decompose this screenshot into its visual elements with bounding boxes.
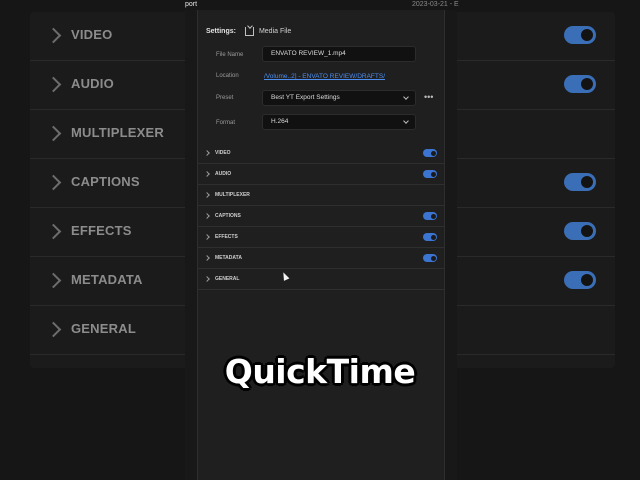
preset-label: Preset [216, 95, 234, 101]
window-shadow-right [445, 10, 457, 480]
section-label: METADATA [215, 255, 242, 261]
section-label: AUDIO [215, 171, 232, 177]
background-row-label: GENERAL [71, 321, 136, 336]
chevron-right-icon [204, 171, 210, 177]
chevron-right-icon [45, 272, 62, 289]
overlay-caption: QuickTime [224, 352, 416, 391]
preset-value: Best YT Export Settings [271, 94, 340, 101]
background-toggle [564, 173, 596, 191]
window-shadow-left [185, 10, 197, 480]
file-name-input[interactable]: ENVATO REVIEW_1.mp4 [262, 46, 416, 62]
format-select[interactable]: H.264 [262, 114, 416, 130]
captions-toggle[interactable] [423, 212, 437, 220]
export-icon[interactable] [244, 26, 254, 36]
chevron-down-icon [403, 118, 409, 124]
video-toggle[interactable] [423, 149, 437, 157]
chevron-right-icon [204, 276, 210, 282]
section-multiplexer[interactable]: MULTIPLEXER [198, 185, 444, 206]
chevron-right-icon [45, 125, 62, 142]
file-name-label: File Name [216, 52, 244, 58]
section-general[interactable]: GENERAL [198, 269, 444, 290]
location-label: Location [216, 73, 239, 79]
background-toggle [564, 222, 596, 240]
section-captions[interactable]: CAPTIONS [198, 206, 444, 227]
chevron-right-icon [204, 213, 210, 219]
section-label: EFFECTS [215, 234, 238, 240]
background-row-label: METADATA [71, 272, 143, 287]
background-toggle [564, 26, 596, 44]
chevron-right-icon [45, 27, 62, 44]
background-toggle [564, 75, 596, 93]
metadata-toggle[interactable] [423, 254, 437, 262]
background-row-label: AUDIO [71, 76, 114, 91]
section-label: MULTIPLEXER [215, 192, 250, 198]
chevron-right-icon [45, 76, 62, 93]
background-row-label: VIDEO [71, 27, 113, 42]
chevron-right-icon [45, 321, 62, 338]
background-title-right: 2023-03-21 - E [412, 1, 459, 8]
background-title-left: port [185, 1, 198, 8]
more-horizontal-icon[interactable]: ••• [424, 92, 433, 102]
chevron-right-icon [204, 255, 210, 261]
section-effects[interactable]: EFFECTS [198, 227, 444, 248]
chevron-right-icon [204, 234, 210, 240]
format-value: H.264 [271, 118, 289, 125]
section-label: CAPTIONS [215, 213, 241, 219]
format-label: Format [216, 120, 236, 126]
chevron-right-icon [204, 192, 210, 198]
background-row-label: MULTIPLEXER [71, 125, 164, 140]
section-label: GENERAL [215, 276, 240, 282]
settings-header: Settings: Media File [206, 25, 291, 37]
media-file-label[interactable]: Media File [259, 28, 291, 35]
background-toggle [564, 271, 596, 289]
chevron-right-icon [204, 150, 210, 156]
background-row-label: EFFECTS [71, 223, 132, 238]
export-settings-window: Settings: Media File File Name ENVATO RE… [197, 10, 445, 480]
location-link[interactable]: /Volume..2] - ENVATO REVIEW/DRAFTS/ [264, 73, 385, 80]
section-audio[interactable]: AUDIO [198, 164, 444, 185]
section-label: VIDEO [215, 150, 231, 156]
preset-select[interactable]: Best YT Export Settings [262, 90, 416, 106]
chevron-right-icon [45, 223, 62, 240]
effects-toggle[interactable] [423, 233, 437, 241]
section-video[interactable]: VIDEO [198, 143, 444, 164]
chevron-down-icon [403, 94, 409, 100]
settings-label: Settings: [206, 27, 236, 35]
background-row-label: CAPTIONS [71, 174, 140, 189]
audio-toggle[interactable] [423, 170, 437, 178]
section-metadata[interactable]: METADATA [198, 248, 444, 269]
chevron-right-icon [45, 174, 62, 191]
